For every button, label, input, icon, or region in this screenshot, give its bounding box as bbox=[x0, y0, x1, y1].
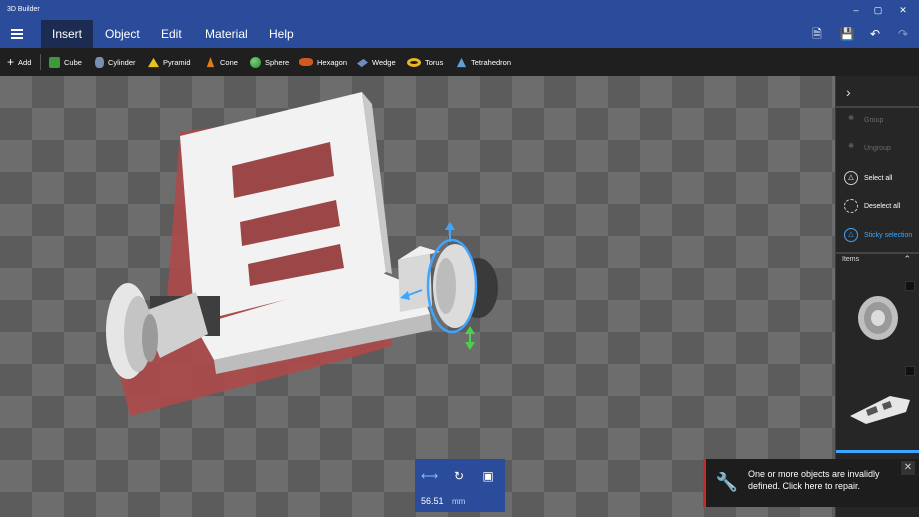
sticky-selection-label: Sticky selection bbox=[864, 231, 913, 239]
cylinder-label: Cylinder bbox=[108, 57, 136, 67]
repair-message[interactable]: One or more objects are invalidly define… bbox=[748, 468, 898, 492]
sphere-icon bbox=[250, 56, 261, 68]
select-all-label: Select all bbox=[864, 174, 893, 182]
insert-toolbar: + Add Cube Cylinder Pyramid Cone Sphere … bbox=[0, 48, 919, 76]
cylinder-icon bbox=[95, 56, 104, 68]
tab-edit[interactable]: Edit bbox=[151, 20, 192, 48]
sphere-label: Sphere bbox=[265, 57, 290, 67]
move-icon[interactable]: ⟷ bbox=[421, 468, 438, 484]
title-bar: 3D Builder – ▢ ✕ bbox=[0, 0, 919, 20]
expand-panel-chevron-icon[interactable]: › bbox=[846, 84, 851, 100]
transform-panel: ⟷ ↻ ▣ 56.51 mm bbox=[415, 459, 505, 512]
deselect-all-icon bbox=[844, 199, 858, 213]
item-thumbnail-frame[interactable] bbox=[846, 376, 910, 436]
items-header: Items bbox=[842, 256, 860, 263]
tetrahedron-label: Tetrahedron bbox=[471, 57, 512, 67]
save-icon[interactable]: 💾 bbox=[839, 26, 855, 42]
ungroup-button[interactable]: ❋ Ungroup bbox=[836, 134, 919, 162]
group-label: Group bbox=[864, 116, 884, 124]
menu-bar: Insert Object Edit Material Help 🗎 💾 ↶ ↷ bbox=[0, 20, 919, 48]
gizmo-up-arrow-icon bbox=[445, 222, 455, 230]
group-icon: ❋ bbox=[848, 115, 854, 122]
pyramid-icon bbox=[148, 57, 159, 67]
plus-icon: + bbox=[7, 55, 15, 69]
ungroup-label: Ungroup bbox=[864, 144, 891, 152]
insert-torus-button[interactable]: Torus bbox=[407, 48, 443, 76]
toolbar-divider bbox=[40, 54, 41, 70]
wedge-label: Wedge bbox=[372, 57, 396, 67]
left-wheel-hub bbox=[142, 314, 158, 362]
collapse-items-chevron-icon[interactable]: ⌃ bbox=[903, 254, 911, 265]
insert-tetrahedron-button[interactable]: Tetrahedron bbox=[456, 48, 511, 76]
wedge-icon bbox=[357, 58, 368, 67]
insert-pyramid-button[interactable]: Pyramid bbox=[148, 48, 191, 76]
deselect-all-label: Deselect all bbox=[864, 202, 901, 210]
cube-icon bbox=[49, 56, 60, 68]
redo-icon[interactable]: ↷ bbox=[895, 26, 911, 42]
ungroup-icon: ❋ bbox=[848, 143, 854, 150]
tab-help[interactable]: Help bbox=[259, 20, 304, 48]
tetrahedron-icon bbox=[456, 57, 467, 67]
sticky-selection-icon: △ bbox=[844, 228, 858, 242]
cube-label: Cube bbox=[64, 57, 82, 67]
close-icon[interactable]: ✕ bbox=[896, 3, 910, 17]
tab-object[interactable]: Object bbox=[95, 20, 150, 48]
side-panel: › ❋ Group ❋ Ungroup △ Select all Deselec… bbox=[835, 76, 919, 517]
hexagon-label: Hexagon bbox=[317, 57, 348, 67]
insert-cube-button[interactable]: Cube bbox=[49, 48, 82, 76]
hamburger-menu-icon[interactable] bbox=[11, 29, 23, 39]
sticky-selection-button[interactable]: △ Sticky selection bbox=[836, 221, 919, 249]
group-button[interactable]: ❋ Group bbox=[836, 106, 919, 134]
measure-unit: mm bbox=[452, 497, 466, 506]
open-file-icon[interactable]: 🗎 bbox=[809, 26, 825, 42]
cone-label: Cone bbox=[220, 57, 238, 67]
insert-hexagon-button[interactable]: Hexagon bbox=[299, 48, 347, 76]
tab-material[interactable]: Material bbox=[195, 20, 258, 48]
torus-label: Torus bbox=[425, 57, 444, 67]
add-label: Add bbox=[18, 57, 32, 67]
scene-model[interactable] bbox=[0, 76, 835, 517]
close-notification-icon[interactable]: ✕ bbox=[901, 461, 915, 475]
items-scroll-indicator[interactable] bbox=[836, 450, 919, 453]
scale-icon[interactable]: ▣ bbox=[480, 468, 496, 484]
insert-wedge-button[interactable]: Wedge bbox=[357, 48, 396, 76]
gizmo-down-arrow-icon bbox=[465, 342, 475, 350]
insert-cylinder-button[interactable]: Cylinder bbox=[95, 48, 136, 76]
wrench-icon: 🔧 bbox=[715, 472, 739, 492]
deselect-all-button[interactable]: Deselect all bbox=[836, 192, 919, 220]
minimize-icon[interactable]: – bbox=[849, 3, 863, 17]
maximize-icon[interactable]: ▢ bbox=[871, 3, 885, 17]
add-button[interactable]: + Add bbox=[7, 48, 31, 76]
item-checkbox[interactable] bbox=[905, 366, 915, 376]
repair-notification[interactable]: 🔧 One or more objects are invalidly defi… bbox=[703, 459, 919, 507]
rotate-icon[interactable]: ↻ bbox=[451, 468, 467, 484]
insert-cone-button[interactable]: Cone bbox=[205, 48, 238, 76]
insert-sphere-button[interactable]: Sphere bbox=[250, 48, 289, 76]
gizmo-green-top-icon bbox=[465, 326, 475, 334]
window-title: 3D Builder bbox=[7, 6, 40, 13]
select-all-icon: △ bbox=[844, 171, 858, 185]
select-all-button[interactable]: △ Select all bbox=[836, 164, 919, 192]
item-thumbnail-wheel[interactable] bbox=[846, 288, 910, 348]
cone-icon bbox=[206, 56, 215, 67]
measure-value[interactable]: 56.51 bbox=[421, 496, 444, 506]
right-wheel-hub bbox=[436, 258, 456, 314]
undo-icon[interactable]: ↶ bbox=[867, 26, 883, 42]
pyramid-label: Pyramid bbox=[163, 57, 191, 67]
torus-icon bbox=[407, 57, 421, 67]
3d-viewport[interactable] bbox=[0, 76, 835, 517]
hexagon-icon bbox=[299, 58, 313, 66]
tab-insert[interactable]: Insert bbox=[41, 20, 93, 48]
